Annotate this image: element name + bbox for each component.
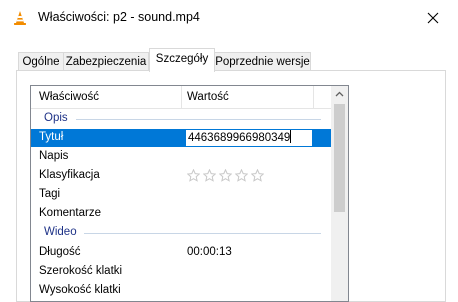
tab-general[interactable]: Ogólne (18, 52, 64, 71)
property-name: Klasyfikacja (39, 169, 100, 181)
property-row[interactable]: Wysokość klatki (31, 282, 331, 300)
property-name: Wysokość klatki (39, 284, 121, 296)
title-value: 4463689966980349 (188, 132, 291, 144)
column-property[interactable]: Właściwość (39, 86, 99, 108)
group-divider (76, 119, 321, 120)
property-name: Tagi (39, 188, 61, 200)
property-row[interactable]: Długość 00:00:13 (31, 244, 331, 262)
column-divider[interactable] (313, 86, 314, 108)
column-value[interactable]: Wartość (187, 86, 229, 108)
column-divider[interactable] (181, 86, 182, 108)
star-icon[interactable] (235, 169, 248, 182)
tab-strip: Ogólne Zabezpieczenia Szczegóły Poprzedn… (16, 48, 444, 72)
property-value: 00:00:13 (187, 246, 232, 258)
title-edit-field[interactable]: 4463689966980349 (185, 129, 313, 147)
text-caret (290, 130, 292, 143)
property-name: Napis (39, 150, 69, 162)
group-divider (84, 233, 321, 234)
property-row[interactable]: Napis (31, 148, 331, 166)
star-icon[interactable] (187, 169, 200, 182)
column-header: Właściwość Wartość (31, 86, 331, 109)
group-label: Wideo (44, 226, 77, 238)
rating-stars[interactable] (187, 167, 267, 185)
property-name: Długość (39, 246, 81, 258)
property-name: Komentarze (39, 207, 102, 219)
window-title: Właściwości: p2 - sound.mp4 (38, 10, 200, 24)
property-row[interactable]: Tytuł 4463689966980349 (31, 129, 331, 147)
tab-previous-versions[interactable]: Poprzednie wersje (214, 52, 311, 71)
scrollbar-thumb[interactable] (334, 104, 345, 212)
tab-details[interactable]: Szczegóły (149, 48, 215, 72)
title-bar: Właściwości: p2 - sound.mp4 (0, 0, 458, 34)
group-header[interactable]: Opis (31, 110, 331, 128)
star-icon[interactable] (203, 169, 216, 182)
property-name: Tytuł (39, 131, 64, 143)
property-name: Szerokość klatki (39, 265, 123, 277)
property-row[interactable]: Tagi (31, 186, 331, 204)
property-row[interactable]: Komentarze (31, 205, 331, 223)
scroll-up-arrow-icon[interactable] (331, 86, 348, 103)
tab-security[interactable]: Zabezpieczenia (63, 52, 149, 71)
property-row[interactable]: Szerokość klatki (31, 263, 331, 281)
star-icon[interactable] (251, 169, 264, 182)
star-icon[interactable] (219, 169, 232, 182)
group-header[interactable]: Wideo (31, 224, 331, 242)
details-list[interactable]: Właściwość Wartość Opis Tytuł 4463689966… (30, 85, 349, 302)
close-icon[interactable] (425, 10, 441, 26)
vertical-scrollbar[interactable] (331, 86, 348, 301)
vlc-cone-icon (14, 11, 26, 25)
group-label: Opis (44, 112, 68, 124)
property-row[interactable]: Klasyfikacja (31, 167, 331, 185)
